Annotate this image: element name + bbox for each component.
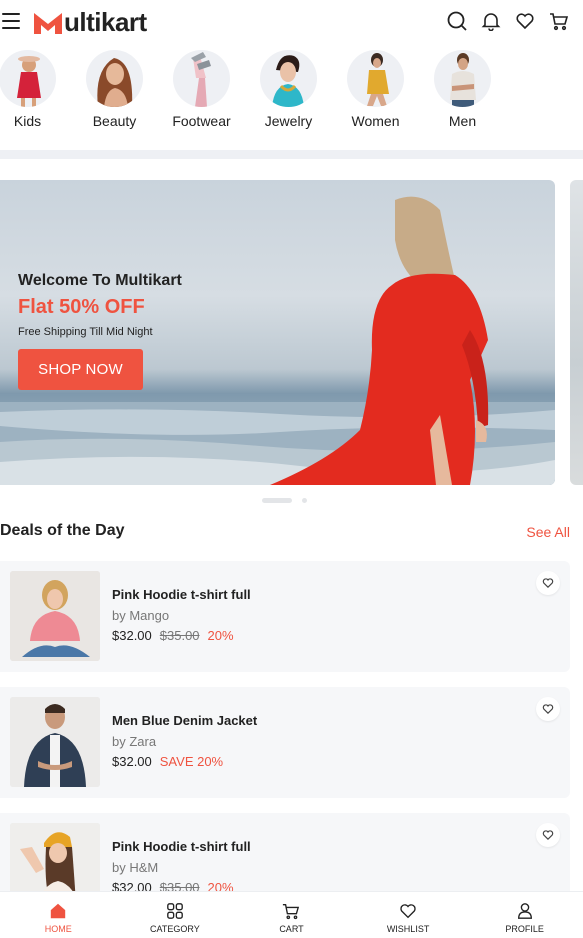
deal-card[interactable]: Pink Hoodie t-shirt full by Mango $32.00… bbox=[0, 561, 570, 672]
kids-image bbox=[0, 50, 56, 107]
category-label: Men bbox=[448, 113, 477, 129]
logo-mark bbox=[34, 13, 62, 34]
section-title: Deals of the Day bbox=[0, 522, 125, 539]
product-discount: SAVE 20% bbox=[159, 754, 224, 769]
product-brand: by H&M bbox=[112, 860, 159, 875]
nav-label: HOME bbox=[44, 924, 72, 934]
shop-now-button[interactable]: SHOP NOW bbox=[18, 349, 143, 390]
nav-label: WISHLIST bbox=[386, 924, 430, 934]
nav-cart[interactable]: CART bbox=[233, 892, 350, 938]
product-title[interactable]: Pink Hoodie t-shirt full bbox=[112, 839, 251, 854]
add-to-wishlist-button[interactable] bbox=[536, 697, 560, 721]
carousel-dot[interactable] bbox=[302, 498, 307, 503]
banner-shipping-note: Free Shipping Till Mid Night bbox=[18, 326, 153, 338]
category-jewelry[interactable]: Jewelry bbox=[245, 50, 332, 140]
product-title[interactable]: Pink Hoodie t-shirt full bbox=[112, 587, 251, 602]
section-divider bbox=[0, 150, 583, 159]
beauty-image bbox=[86, 50, 143, 107]
carousel-indicator bbox=[262, 498, 307, 503]
category-label: Kids bbox=[13, 113, 42, 129]
cart-icon bbox=[283, 904, 300, 920]
cart-icon[interactable] bbox=[549, 11, 569, 31]
nav-wishlist[interactable]: WISHLIST bbox=[350, 892, 467, 938]
add-to-wishlist-button[interactable] bbox=[536, 571, 560, 595]
next-banner-peek[interactable] bbox=[570, 180, 583, 485]
footwear-image bbox=[173, 50, 230, 107]
jewelry-image bbox=[260, 50, 317, 107]
category-kids[interactable]: Kids bbox=[0, 50, 71, 140]
deal-card[interactable]: Men Blue Denim Jacket by Zara $32.00 SAV… bbox=[0, 687, 570, 798]
nav-label: CART bbox=[279, 924, 304, 934]
logo[interactable]: ultikart bbox=[34, 7, 147, 37]
menu-icon[interactable] bbox=[2, 13, 20, 29]
product-price: $32.00 bbox=[112, 754, 152, 769]
category-footwear[interactable]: Footwear bbox=[158, 50, 245, 140]
product-brand: by Mango bbox=[112, 608, 170, 623]
category-label: Beauty bbox=[92, 113, 137, 129]
app-header: ultikart bbox=[0, 0, 583, 44]
home-icon bbox=[51, 903, 66, 919]
nav-profile[interactable]: PROFILE bbox=[466, 892, 583, 938]
banner-welcome: Welcome To Multikart bbox=[18, 272, 182, 289]
heart-icon bbox=[542, 578, 554, 589]
women-image bbox=[347, 50, 404, 107]
bell-icon[interactable] bbox=[481, 11, 501, 32]
product-title[interactable]: Men Blue Denim Jacket bbox=[112, 713, 257, 728]
wishlist-icon[interactable] bbox=[515, 11, 535, 31]
nav-label: CATEGORY bbox=[150, 924, 200, 934]
category-women[interactable]: Women bbox=[332, 50, 419, 140]
category-strip: Kids Beauty Footwear Jewelry Women Men bbox=[0, 50, 583, 140]
category-label: Footwear bbox=[172, 113, 231, 129]
heart-icon bbox=[542, 830, 554, 841]
category-men[interactable]: Men bbox=[419, 50, 506, 140]
see-all-link[interactable]: See All bbox=[526, 524, 570, 540]
product-old-price: $35.00 bbox=[159, 628, 200, 643]
add-to-wishlist-button[interactable] bbox=[536, 823, 560, 847]
bottom-navigation: HOME CATEGORY CART WISHLIST PROFILE bbox=[0, 891, 583, 938]
category-beauty[interactable]: Beauty bbox=[71, 50, 158, 140]
logo-text: ultikart bbox=[64, 7, 147, 37]
nav-category[interactable]: CATEGORY bbox=[117, 892, 234, 938]
product-discount: 20% bbox=[207, 628, 234, 643]
grid-icon bbox=[167, 903, 183, 919]
banner-offer: Flat 50% OFF bbox=[18, 296, 145, 318]
category-label: Jewelry bbox=[264, 113, 313, 129]
product-image bbox=[10, 571, 100, 661]
nav-label: PROFILE bbox=[505, 924, 544, 934]
product-image bbox=[10, 697, 100, 787]
search-icon[interactable] bbox=[447, 11, 467, 31]
product-price: $32.00 bbox=[112, 628, 152, 643]
heart-icon bbox=[542, 704, 554, 715]
carousel-dot-active[interactable] bbox=[262, 498, 292, 503]
men-image bbox=[434, 50, 491, 107]
category-label: Women bbox=[351, 113, 400, 129]
heart-icon bbox=[400, 904, 416, 919]
hero-banner[interactable]: Welcome To Multikart Flat 50% OFF Free S… bbox=[0, 180, 555, 485]
product-brand: by Zara bbox=[112, 734, 157, 749]
nav-home[interactable]: HOME bbox=[0, 892, 117, 938]
user-icon bbox=[517, 903, 532, 919]
